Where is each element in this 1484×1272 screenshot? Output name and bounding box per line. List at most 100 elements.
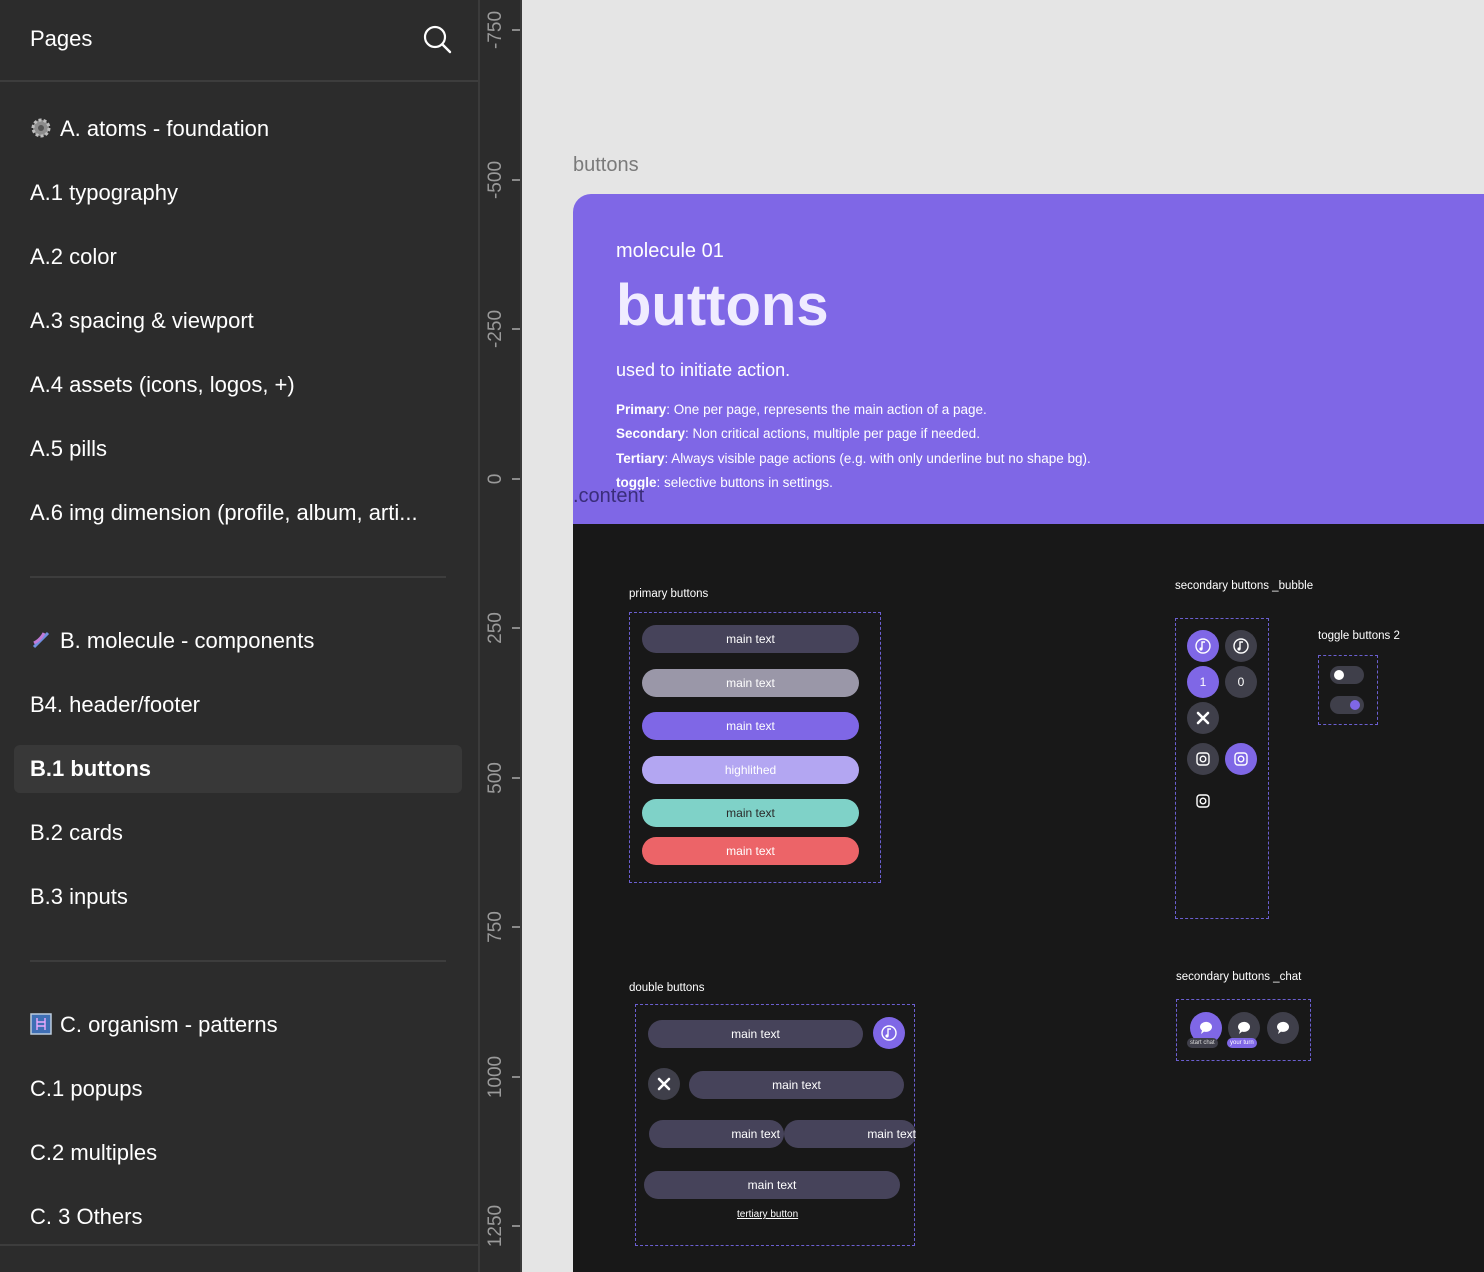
primary-button-accent[interactable]: main text <box>642 712 859 740</box>
page-item-label: A.4 assets (icons, logos, +) <box>30 372 295 397</box>
page-item-buttons[interactable]: B.1 buttons <box>14 745 462 793</box>
close-icon <box>657 1077 671 1091</box>
hero-frame[interactable]: molecule 01 buttons used to initiate act… <box>573 194 1484 524</box>
hero-subtitle: used to initiate action. <box>616 360 791 380</box>
page-item-label: A.1 typography <box>30 180 178 205</box>
search-icon[interactable] <box>422 24 452 54</box>
page-item-label: C. organism - patterns <box>60 1012 278 1037</box>
double-button-wide[interactable]: main text <box>644 1171 900 1199</box>
page-item-molecule[interactable]: B. molecule - components <box>14 617 462 665</box>
double-buttons-group[interactable]: main text main text main text main text … <box>635 1004 916 1246</box>
page-item-atoms[interactable]: A. atoms - foundation <box>14 105 462 153</box>
panel-bottom-divider <box>0 1244 478 1246</box>
close-icon <box>1196 711 1210 725</box>
primary-button-dark[interactable]: main text <box>642 625 859 653</box>
split-button-left[interactable]: main text <box>649 1120 784 1148</box>
ruler-tick <box>512 926 520 928</box>
ruler-label: -250 <box>485 309 506 349</box>
ruler-tick <box>512 328 520 330</box>
page-item-popups[interactable]: C.1 popups <box>14 1065 462 1113</box>
page-item-label: C.2 multiples <box>30 1140 158 1165</box>
page-item-inputs[interactable]: B.3 inputs <box>14 873 462 921</box>
count-button[interactable]: 0 <box>1225 666 1257 698</box>
page-item-organism[interactable]: C. organism - patterns <box>14 1001 462 1049</box>
ruler-tick <box>512 627 520 629</box>
secondary-bubble-group[interactable]: 1 0 <box>1175 618 1269 919</box>
content-frame[interactable]: primary buttons main text main text main… <box>573 524 1484 1272</box>
music-button[interactable] <box>873 1017 905 1049</box>
primary-button-teal[interactable]: main text <box>642 799 859 827</box>
double-button-main[interactable]: main text <box>648 1020 863 1048</box>
music-note-icon <box>1233 638 1249 654</box>
ruler-label: -750 <box>485 10 506 50</box>
design-canvas[interactable]: buttons molecule 01 buttons used to init… <box>522 0 1484 1272</box>
page-item-label: C. 3 Others <box>30 1204 143 1229</box>
hero-desc-secondary: Secondary: Non critical actions, multipl… <box>616 426 980 441</box>
hero-desc-tertiary: Tertiary: Always visible page actions (e… <box>616 451 1091 466</box>
primary-button-disabled[interactable]: main text <box>642 669 859 697</box>
count-button-active[interactable]: 1 <box>1187 666 1219 698</box>
primary-buttons-group[interactable]: main text main text main text highlithed… <box>629 612 881 883</box>
ruler-label: -500 <box>485 160 506 200</box>
page-item-label: B4. header/footer <box>30 692 201 717</box>
page-item-cards[interactable]: B.2 cards <box>14 809 462 857</box>
secondary-chat-group[interactable]: start chat your turn <box>1176 999 1311 1061</box>
ruler-tick <box>512 29 520 31</box>
instagram-icon <box>1234 752 1248 766</box>
page-item-label: A.5 pills <box>30 436 108 461</box>
instagram-button[interactable] <box>1187 743 1219 775</box>
ruler-label: 0 <box>485 473 506 485</box>
page-item-spacing[interactable]: A.3 spacing & viewport <box>14 297 462 345</box>
page-item-color[interactable]: A.2 color <box>14 233 462 281</box>
instagram-button-active[interactable] <box>1225 743 1257 775</box>
frame-label[interactable]: buttons <box>573 154 639 177</box>
toggle-group[interactable] <box>1318 655 1378 725</box>
page-item-header-footer[interactable]: B4. header/footer <box>14 681 462 729</box>
ruler-tick <box>512 179 520 181</box>
tertiary-button[interactable]: tertiary button <box>737 1209 798 1220</box>
chat-bubble-icon <box>1237 1021 1250 1034</box>
gear-emoji-icon <box>31 118 51 138</box>
hero-desc-primary: Primary: One per page, represents the ma… <box>616 402 987 417</box>
chat-bubble-icon <box>1199 1021 1212 1034</box>
page-item-label: B. molecule - components <box>60 628 315 653</box>
page-item-label: B.2 cards <box>30 820 123 845</box>
page-item-label: A. atoms - foundation <box>60 116 270 141</box>
music-button[interactable] <box>1225 630 1257 662</box>
chat-button-plain[interactable] <box>1267 1012 1299 1044</box>
music-note-icon <box>1195 638 1211 654</box>
your-turn-label: your turn <box>1227 1038 1257 1048</box>
close-button[interactable] <box>1187 702 1219 734</box>
ruler-label: 750 <box>485 911 506 943</box>
music-button-active[interactable] <box>1187 630 1219 662</box>
vertical-ruler[interactable]: -750 -500 -250 0 250 500 750 1000 1250 <box>478 0 522 1272</box>
page-item-others[interactable]: C. 3 Others <box>14 1193 462 1241</box>
page-item-label: A.6 img dimension (profile, album, arti.… <box>30 500 418 525</box>
page-item-img-dimension[interactable]: A.6 img dimension (profile, album, arti.… <box>14 489 462 537</box>
page-item-multiples[interactable]: C.2 multiples <box>14 1129 462 1177</box>
ruler-label: 1000 <box>485 1055 506 1099</box>
section-divider <box>30 576 446 578</box>
page-item-label: B.1 buttons <box>30 756 151 781</box>
hero-eyebrow: molecule 01 <box>616 240 724 262</box>
toggle-knob <box>1334 670 1344 680</box>
toggle-off[interactable] <box>1330 666 1364 684</box>
page-item-assets[interactable]: A.4 assets (icons, logos, +) <box>14 361 462 409</box>
content-frame-label[interactable]: .content <box>573 485 644 508</box>
instagram-icon <box>1196 752 1210 766</box>
double-button-main-right[interactable]: main text <box>689 1071 904 1099</box>
page-item-label: A.3 spacing & viewport <box>30 308 254 333</box>
page-item-label: A.2 color <box>30 244 117 269</box>
page-item-pills[interactable]: A.5 pills <box>14 425 462 473</box>
split-button-right[interactable]: main text <box>784 1120 916 1148</box>
primary-button-highlighted[interactable]: highlithed <box>642 756 859 784</box>
hero-desc-toggle: toggle: selective buttons in settings. <box>616 475 833 490</box>
page-item-typography[interactable]: A.1 typography <box>14 169 462 217</box>
toggle-on[interactable] <box>1330 696 1364 714</box>
close-button[interactable] <box>648 1068 680 1100</box>
instagram-button-ghost[interactable] <box>1187 785 1219 817</box>
primary-button-red[interactable]: main text <box>642 837 859 865</box>
ruler-tick <box>512 478 520 480</box>
xray-emoji-icon <box>30 1013 52 1035</box>
page-item-label: C.1 popups <box>30 1076 143 1101</box>
